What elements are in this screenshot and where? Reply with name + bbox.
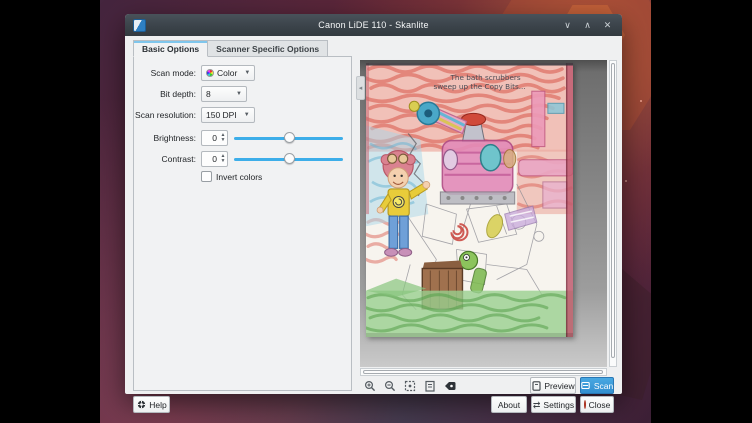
scan-resolution-combobox[interactable]: 150 DPI ▼ xyxy=(201,107,255,123)
close-button[interactable]: Close xyxy=(580,396,614,413)
contrast-row: Contrast: 0 ▲▼ xyxy=(134,150,345,167)
skanlite-window: Canon LiDE 110 - Skanlite ∨ ∧ ✕ Basic Op… xyxy=(125,14,622,394)
drawing-caption-line1: The bath scrubbers xyxy=(450,73,521,82)
titlebar[interactable]: Canon LiDE 110 - Skanlite ∨ ∧ ✕ xyxy=(125,14,622,36)
bit-depth-combobox[interactable]: 8 ▼ xyxy=(201,86,247,102)
bit-depth-row: Bit depth: 8 ▼ xyxy=(134,85,345,102)
about-button[interactable]: About xyxy=(491,396,527,413)
options-tabbar: Basic Options Scanner Specific Options xyxy=(133,40,328,57)
invert-colors-checkbox[interactable] xyxy=(201,171,212,182)
brightness-value: 0 xyxy=(202,133,219,143)
scan-mode-value: Color xyxy=(217,68,237,78)
scan-mode-row: Scan mode: Color ▼ xyxy=(134,64,345,81)
preview-vertical-scrollbar[interactable] xyxy=(609,60,617,367)
scan-resolution-label: Scan resolution: xyxy=(134,110,196,120)
help-icon xyxy=(136,400,146,410)
zoom-to-selection-icon[interactable] xyxy=(403,379,416,392)
scan-mode-combobox[interactable]: Color ▼ xyxy=(201,65,255,81)
vscroll-thumb[interactable] xyxy=(611,63,615,358)
contrast-value: 0 xyxy=(202,154,219,164)
bit-depth-label: Bit depth: xyxy=(134,89,196,99)
brightness-label: Brightness: xyxy=(134,133,196,143)
help-button[interactable]: Help xyxy=(133,396,170,413)
hscroll-thumb[interactable] xyxy=(363,370,603,374)
chevron-down-icon: ▼ xyxy=(240,70,250,76)
scan-preview-area[interactable]: The bath scrubbers sweep up the Copy Bit… xyxy=(360,60,607,367)
desktop: Canon LiDE 110 - Skanlite ∨ ∧ ✕ Basic Op… xyxy=(0,0,752,423)
drawing-caption-line2: sweep up the Copy Bits... xyxy=(433,82,525,91)
settings-arrows-icon: ⇄ xyxy=(533,400,541,410)
basic-options-panel: Scan mode: Color ▼ Bit depth: 8 ▼ Scan xyxy=(133,56,352,391)
tab-basic-options[interactable]: Basic Options xyxy=(133,40,208,57)
window-content: Basic Options Scanner Specific Options S… xyxy=(125,36,622,394)
preview-document-icon xyxy=(531,381,541,391)
window-title: Canon LiDE 110 - Skanlite xyxy=(125,20,622,30)
clear-selections-icon[interactable] xyxy=(443,379,456,392)
zoom-to-fit-icon[interactable] xyxy=(423,379,436,392)
invert-colors-row: Invert colors xyxy=(201,171,351,182)
preview-horizontal-scrollbar[interactable] xyxy=(360,368,607,376)
preview-toolbar xyxy=(363,379,456,392)
slider-handle[interactable] xyxy=(284,132,295,143)
slider-handle[interactable] xyxy=(284,153,295,164)
brightness-row: Brightness: 0 ▲▼ xyxy=(134,129,345,146)
settings-button[interactable]: ⇄ Settings xyxy=(531,396,576,413)
scanner-icon xyxy=(581,381,591,391)
zoom-out-icon[interactable] xyxy=(383,379,396,392)
invert-colors-label: Invert colors xyxy=(216,172,262,182)
spinbox-arrows[interactable]: ▲▼ xyxy=(219,154,227,164)
brightness-spinbox[interactable]: 0 ▲▼ xyxy=(201,130,228,146)
scan-resolution-value: 150 DPI xyxy=(206,110,237,120)
brightness-slider[interactable] xyxy=(234,131,343,145)
contrast-slider[interactable] xyxy=(234,152,343,166)
close-icon xyxy=(584,400,586,409)
spinbox-arrows[interactable]: ▲▼ xyxy=(219,133,227,143)
scan-resolution-row: Scan resolution: 150 DPI ▼ xyxy=(134,106,345,123)
contrast-spinbox[interactable]: 0 ▲▼ xyxy=(201,151,228,167)
bit-depth-value: 8 xyxy=(206,89,211,99)
scan-button[interactable]: Scan xyxy=(580,377,614,394)
chevron-down-icon: ▼ xyxy=(240,112,250,118)
drawing-svg: The bath scrubbers sweep up the Copy Bit… xyxy=(366,63,573,337)
scanned-drawing: The bath scrubbers sweep up the Copy Bit… xyxy=(366,63,573,337)
scan-mode-label: Scan mode: xyxy=(134,68,196,78)
splitter-collapse-handle[interactable]: ◂ xyxy=(356,76,365,100)
tab-scanner-specific-options[interactable]: Scanner Specific Options xyxy=(208,40,328,57)
contrast-label: Contrast: xyxy=(134,154,196,164)
chevron-down-icon: ▼ xyxy=(232,91,242,97)
preview-button[interactable]: Preview xyxy=(530,377,576,394)
zoom-in-icon[interactable] xyxy=(363,379,376,392)
color-wheel-icon xyxy=(206,69,214,77)
